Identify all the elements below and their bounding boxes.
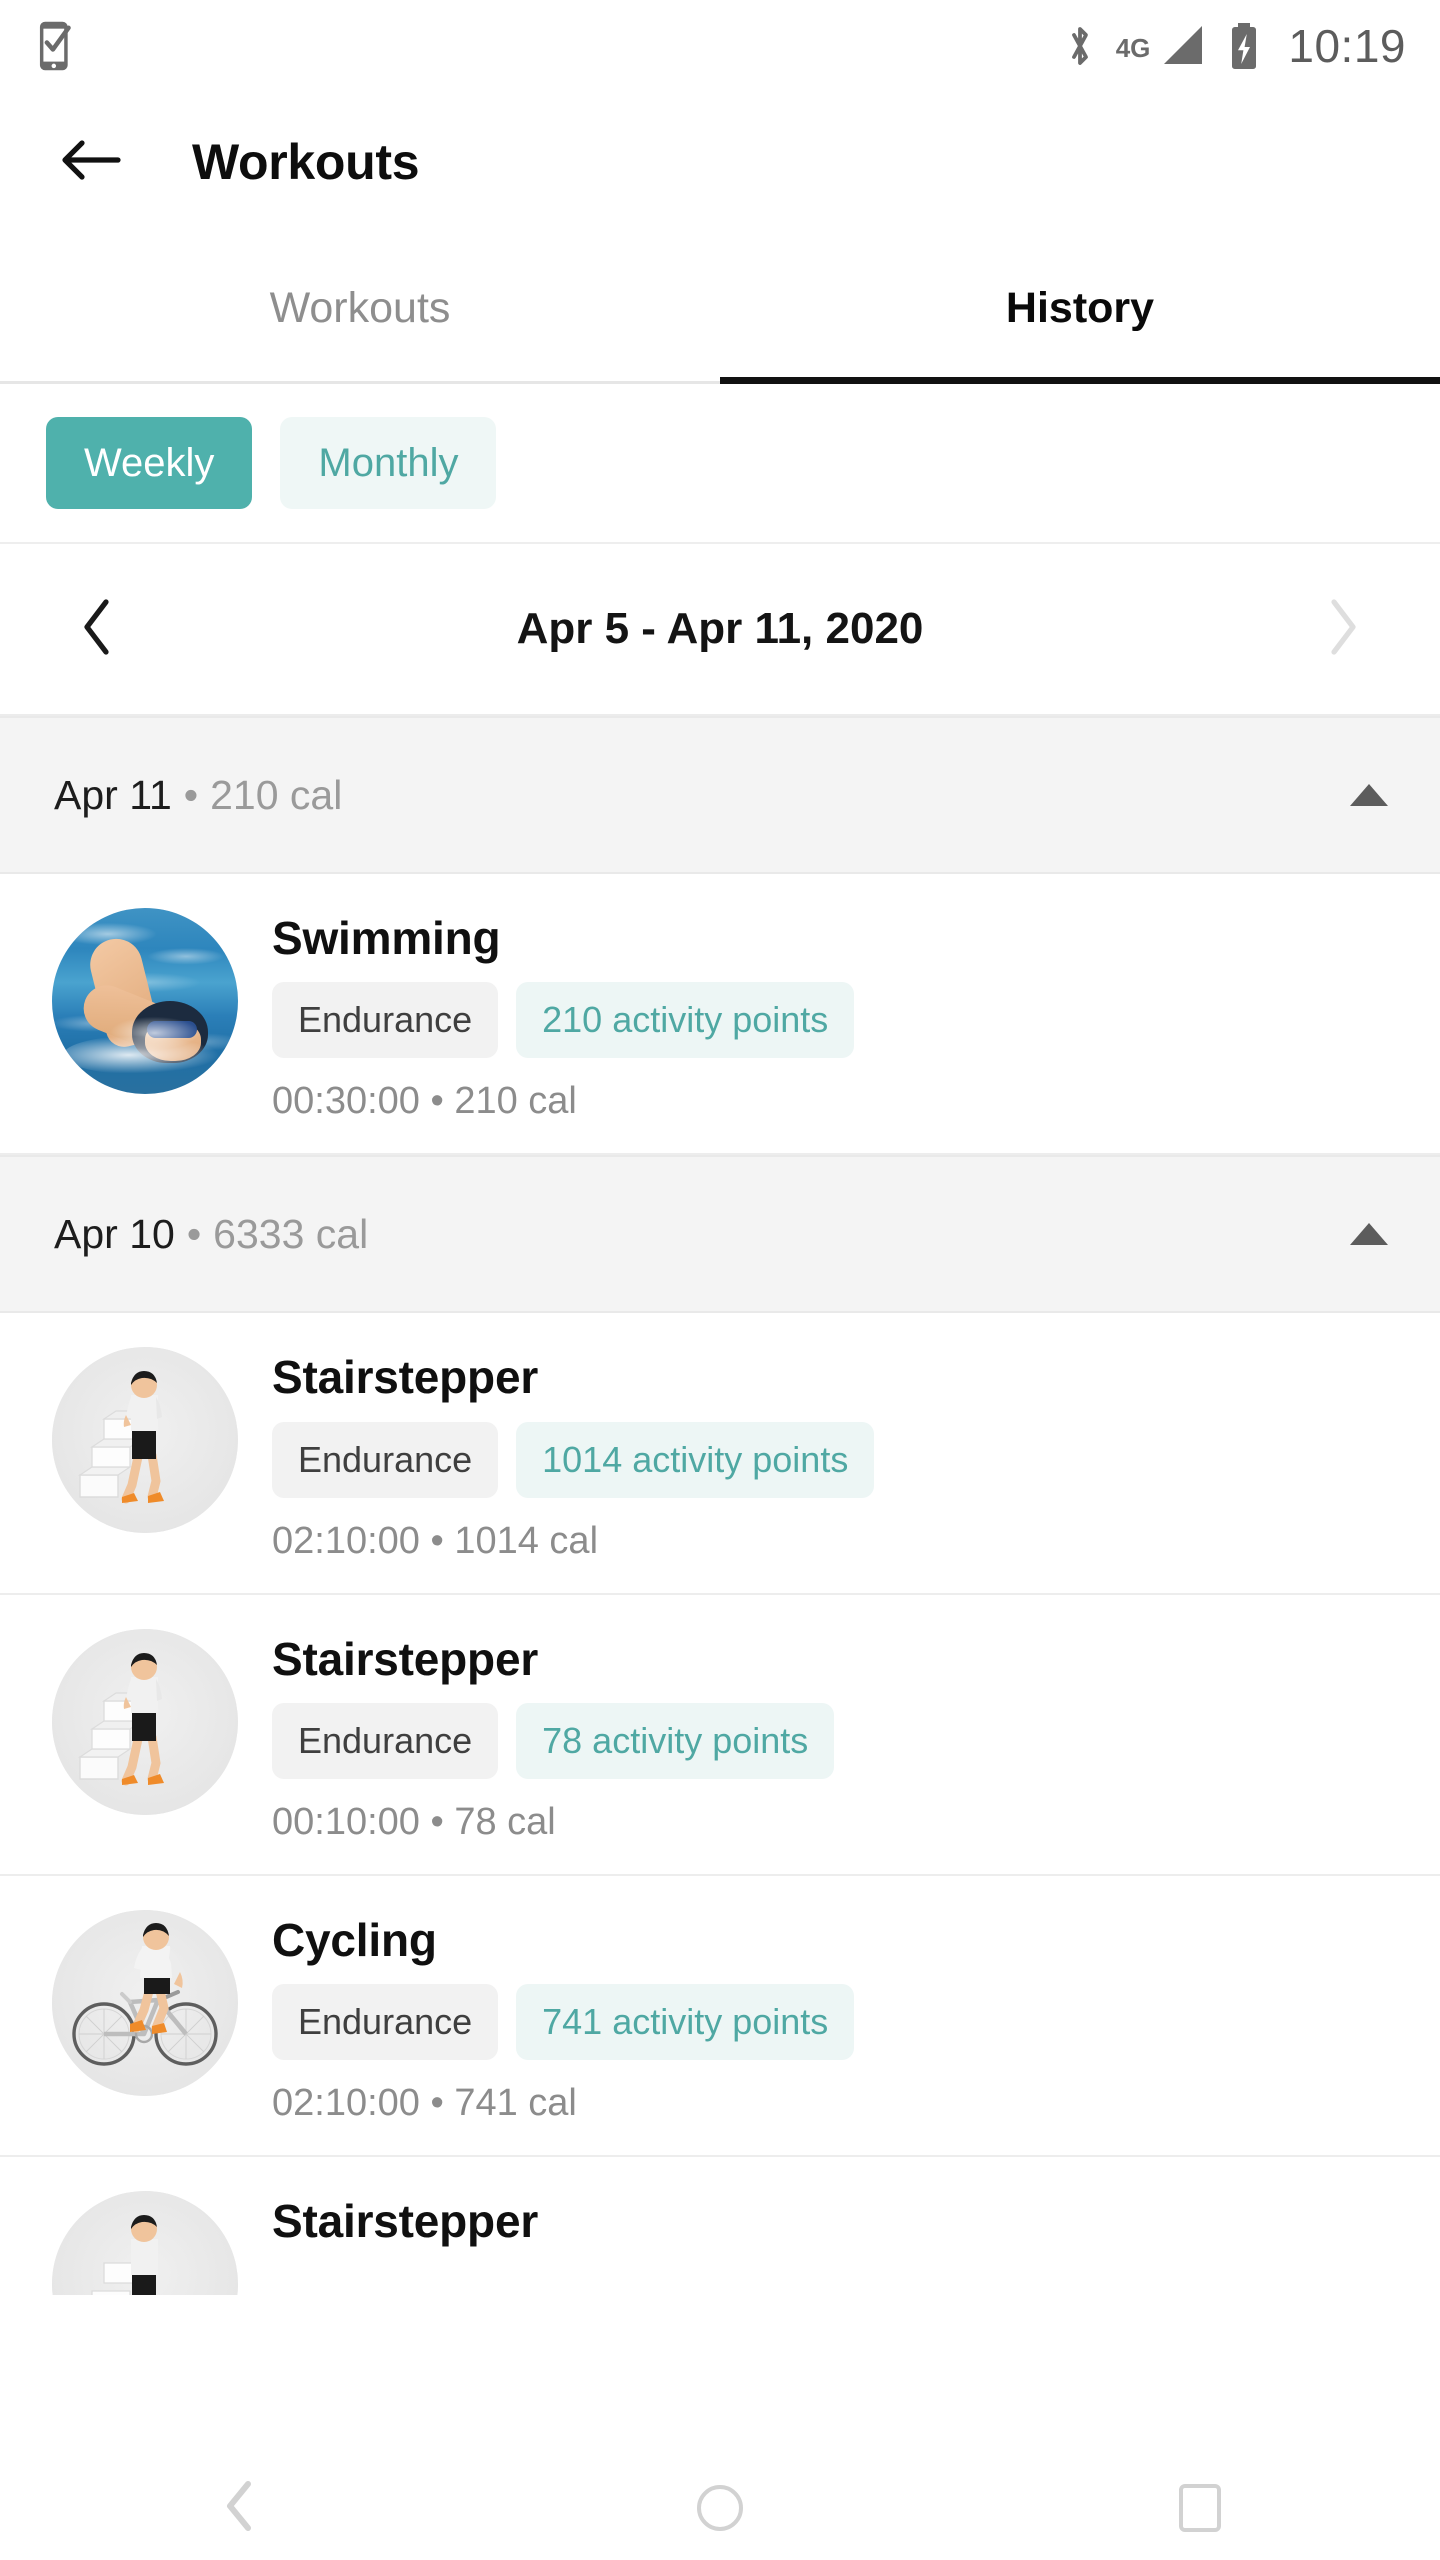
chevron-left-icon <box>81 598 115 661</box>
workout-thumbnail-stairstepper <box>52 2191 238 2296</box>
nav-recents-button[interactable] <box>1120 2456 1280 2560</box>
back-button[interactable] <box>48 119 134 205</box>
tab-workouts-label: Workouts <box>269 283 451 332</box>
chevron-right-icon <box>1325 598 1359 661</box>
nav-back-icon <box>222 2480 258 2537</box>
workout-meta: 00:10:00 • 78 cal <box>272 1800 556 1843</box>
workout-type-chip: Endurance <box>272 1984 499 2061</box>
workout-thumbnail-swimming <box>52 908 238 1094</box>
day-group-header[interactable]: Apr 11 • 210 cal <box>0 716 1440 874</box>
period-toggle: Weekly Monthly <box>0 384 1440 544</box>
workout-thumbnail-stairstepper <box>52 1628 238 1815</box>
workout-thumbnail-cycling <box>52 1909 238 2096</box>
triangle-up-icon[interactable] <box>1350 1223 1388 1246</box>
workout-row[interactable]: Swimming Endurance 210 activity points 0… <box>0 874 1440 1156</box>
workout-title: Stairstepper <box>272 2195 539 2248</box>
day-group-date: Apr 11 <box>54 771 172 818</box>
workout-thumbnail-stairstepper <box>52 1347 238 1534</box>
workout-row[interactable]: Cycling Endurance 741 activity points 02… <box>0 1875 1440 2158</box>
day-group-calories: 6333 cal <box>213 1210 369 1257</box>
workout-points-chip: 741 activity points <box>516 1984 855 2061</box>
workout-title: Stairstepper <box>272 1632 539 1685</box>
day-group-calories: 210 cal <box>210 771 343 818</box>
nav-recents-icon <box>1179 2484 1221 2532</box>
workout-meta: 02:10:00 • 1014 cal <box>272 1519 599 1562</box>
workout-chips: Endurance 78 activity points <box>272 1702 1400 1779</box>
workout-meta: 00:30:00 • 210 cal <box>272 1080 577 1123</box>
page-title: Workouts <box>192 134 420 190</box>
workout-details: Stairstepper Endurance 78 activity point… <box>272 1629 1400 1844</box>
period-monthly-label: Monthly <box>318 440 459 485</box>
tab-bar: Workouts History <box>0 232 1440 384</box>
next-week-button[interactable] <box>1282 598 1402 661</box>
workout-details: Cycling Endurance 741 activity points 02… <box>272 1910 1400 2125</box>
workout-details: Stairstepper Endurance 1014 activity poi… <box>272 1347 1400 1562</box>
period-weekly-label: Weekly <box>84 440 215 485</box>
network-type-label: 4G <box>1115 33 1151 63</box>
status-bar-left <box>38 20 80 72</box>
workout-points-chip: 210 activity points <box>516 982 855 1059</box>
tab-workouts[interactable]: Workouts <box>0 232 720 384</box>
bluetooth-icon <box>1064 22 1096 70</box>
nav-back-button[interactable] <box>160 2456 320 2560</box>
back-arrow-icon <box>60 136 122 189</box>
workout-details: Swimming Endurance 210 activity points 0… <box>272 908 1400 1123</box>
date-range-label: Apr 5 - Apr 11, 2020 <box>516 604 924 653</box>
workout-row-partial-clip: Stairstepper <box>0 2157 1440 2296</box>
workout-title: Stairstepper <box>272 1351 539 1404</box>
day-group-header[interactable]: Apr 10 • 6333 cal <box>0 1155 1440 1314</box>
app-bar: Workouts <box>0 92 1440 232</box>
workout-row[interactable]: Stairstepper Endurance 78 activity point… <box>0 1594 1440 1876</box>
previous-week-button[interactable] <box>38 598 158 661</box>
day-group-separator: • <box>183 771 199 818</box>
day-group-date: Apr 10 <box>54 1210 175 1257</box>
battery-charging-icon <box>1228 21 1260 71</box>
triangle-up-icon[interactable] <box>1350 784 1388 806</box>
status-bar: 4G 10:19 <box>0 0 1440 92</box>
day-group-separator: • <box>186 1210 202 1257</box>
workout-chips: Endurance 741 activity points <box>272 1984 1400 2061</box>
date-range-nav: Apr 5 - Apr 11, 2020 <box>0 544 1440 716</box>
system-navigation-bar <box>0 2456 1440 2560</box>
workout-title: Swimming <box>272 912 501 964</box>
workout-chips: Endurance 210 activity points <box>272 982 1400 1059</box>
workout-type-chip: Endurance <box>272 1421 499 1498</box>
period-weekly-button[interactable]: Weekly <box>46 417 253 509</box>
workout-points-chip: 1014 activity points <box>516 1421 875 1498</box>
workout-title: Cycling <box>272 1913 437 1966</box>
workout-points-chip: 78 activity points <box>516 1702 835 1779</box>
workout-type-chip: Endurance <box>272 1702 499 1779</box>
workout-chips: Endurance 1014 activity points <box>272 1421 1400 1498</box>
workout-row[interactable]: Stairstepper <box>0 2157 1440 2296</box>
nav-home-button[interactable] <box>640 2456 800 2560</box>
workout-details: Stairstepper <box>272 2191 1400 2248</box>
status-bar-clock: 10:19 <box>1288 20 1406 72</box>
workout-type-chip: Endurance <box>272 982 499 1059</box>
phone-check-icon <box>38 20 80 72</box>
nav-home-icon <box>697 2485 743 2531</box>
tab-history-label: History <box>1005 283 1155 332</box>
status-bar-right: 4G 10:19 <box>1064 19 1406 73</box>
signal-bars-icon <box>1158 22 1208 70</box>
tab-history[interactable]: History <box>720 232 1440 384</box>
workout-row[interactable]: Stairstepper Endurance 1014 activity poi… <box>0 1313 1440 1595</box>
app-screen: 4G 10:19 Workouts Workouts History Weekl… <box>0 0 1440 2560</box>
workout-meta: 02:10:00 • 741 cal <box>272 2082 577 2125</box>
period-monthly-button[interactable]: Monthly <box>280 417 497 509</box>
